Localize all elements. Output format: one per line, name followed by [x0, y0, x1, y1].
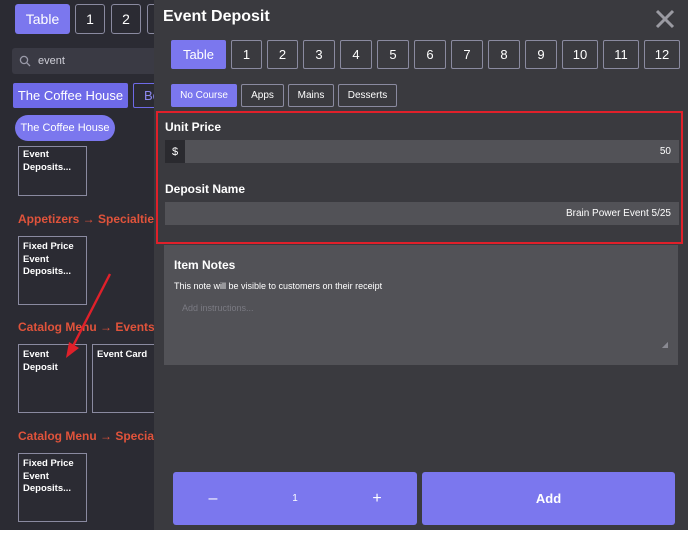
unit-price-label: Unit Price — [165, 120, 222, 134]
decrement-button[interactable]: – — [193, 472, 233, 525]
item-modal: Event Deposit Table 1 2 3 4 5 6 7 8 9 10… — [154, 0, 688, 530]
annotation-arrow-icon — [66, 273, 112, 358]
close-icon[interactable] — [654, 8, 676, 30]
deposit-name-value: Brain Power Event 5/25 — [565, 208, 671, 219]
background-catalog-pane: Table 1 2 event The Coffee House Bo The … — [0, 0, 154, 530]
modal-title: Event Deposit — [163, 8, 270, 25]
course-apps[interactable]: Apps — [241, 84, 284, 107]
resize-handle-icon[interactable]: ◢ — [662, 340, 668, 349]
item-notes-textarea[interactable]: Add instructions... ◢ — [172, 297, 670, 349]
quantity-stepper: – 1 + — [173, 472, 417, 525]
course-desserts[interactable]: Desserts — [338, 84, 397, 107]
tab-6[interactable]: 6 — [414, 40, 446, 69]
tab-11[interactable]: 11 — [603, 40, 639, 69]
course-mains[interactable]: Mains — [288, 84, 334, 107]
deposit-name-input[interactable]: Brain Power Event 5/25 — [165, 202, 679, 225]
tab-10[interactable]: 10 — [562, 40, 598, 69]
item-card-fixed-price[interactable]: Fixed Price Event Deposits... — [18, 453, 87, 522]
item-notes-panel: Item Notes This note will be visible to … — [164, 245, 678, 365]
search-icon — [12, 55, 38, 67]
tab-5[interactable]: 5 — [377, 40, 409, 69]
quantity-value: 1 — [292, 493, 298, 504]
bg-tab-1[interactable]: 1 — [75, 4, 105, 34]
unit-price-input[interactable]: $ 50 — [165, 140, 679, 163]
tab-8[interactable]: 8 — [488, 40, 520, 69]
tab-1[interactable]: 1 — [231, 40, 262, 69]
bg-tab-2[interactable]: 2 — [111, 4, 141, 34]
tab-12[interactable]: 12 — [644, 40, 680, 69]
item-notes-subtitle: This note will be visible to customers o… — [174, 281, 383, 291]
brand-button-other[interactable]: Bo — [133, 83, 154, 108]
search-input[interactable]: event — [12, 48, 154, 74]
section-header: Catalog Menu → Specialti — [18, 429, 154, 443]
tab-7[interactable]: 7 — [451, 40, 483, 69]
search-value: event — [38, 55, 65, 67]
increment-button[interactable]: + — [357, 472, 397, 525]
course-no-course[interactable]: No Course — [171, 84, 237, 107]
bg-tab-table[interactable]: Table — [15, 4, 70, 34]
item-notes-title: Item Notes — [174, 258, 236, 272]
highlighted-fields: Unit Price $ 50 Deposit Name Brain Power… — [156, 111, 683, 244]
tab-2[interactable]: 2 — [267, 40, 298, 69]
section-header: Appetizers → Specialties — [18, 212, 154, 226]
brand-button-coffee-house[interactable]: The Coffee House — [13, 83, 128, 108]
add-button[interactable]: Add — [422, 472, 675, 525]
tab-9[interactable]: 9 — [525, 40, 557, 69]
currency-symbol: $ — [165, 140, 185, 163]
bg-tab-3[interactable] — [147, 4, 154, 34]
tab-4[interactable]: 4 — [340, 40, 372, 69]
brand-pill[interactable]: The Coffee House — [15, 115, 115, 141]
app: Table 1 2 event The Coffee House Bo The … — [0, 0, 688, 533]
tab-table[interactable]: Table — [171, 40, 226, 69]
tab-3[interactable]: 3 — [303, 40, 335, 69]
item-card-event-deposits[interactable]: Event Deposits... — [18, 146, 87, 196]
item-notes-placeholder: Add instructions... — [182, 303, 254, 313]
deposit-name-label: Deposit Name — [165, 182, 246, 196]
unit-price-value: 50 — [659, 146, 671, 157]
